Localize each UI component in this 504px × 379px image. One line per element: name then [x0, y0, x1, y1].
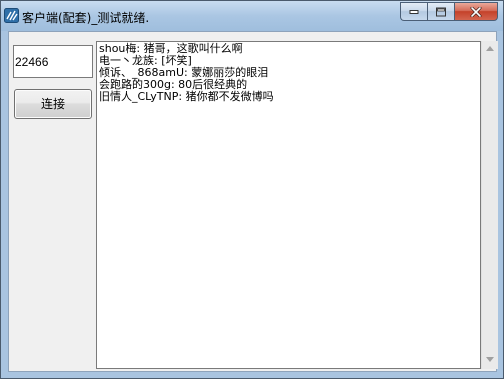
chat-lines: shou梅: 猪哥，这歌叫什么啊 电一丶龙族: [坏笑] 倾诉、_868amU:…: [99, 43, 274, 103]
connect-button[interactable]: 连接: [14, 89, 92, 119]
window-title: 客户端(配套)_测试就绪.: [22, 11, 150, 25]
maximize-icon: [436, 7, 446, 16]
client-area: 连接 shou梅: 猪哥，这歌叫什么啊 电一丶龙族: [坏笑] 倾诉、_868a…: [8, 31, 498, 372]
arrow-up-icon: [486, 46, 494, 51]
app-window: 客户端(配套)_测试就绪. 连接: [0, 0, 504, 379]
chat-log[interactable]: shou梅: 猪哥，这歌叫什么啊 电一丶龙族: [坏笑] 倾诉、_868amU:…: [96, 41, 481, 369]
caption-buttons: [400, 2, 498, 23]
close-icon: [470, 6, 482, 17]
maximize-button[interactable]: [427, 2, 454, 21]
arrow-down-icon: [486, 357, 494, 362]
app-icon: [4, 8, 19, 23]
port-input[interactable]: [13, 45, 93, 78]
close-button[interactable]: [454, 2, 498, 21]
minimize-button[interactable]: [400, 2, 427, 21]
chat-scrollbar[interactable]: [481, 41, 498, 369]
scroll-down-button[interactable]: [482, 352, 498, 369]
title-bar[interactable]: 客户端(配套)_测试就绪.: [1, 1, 503, 31]
scroll-up-button[interactable]: [482, 41, 498, 58]
chat-message: 旧情人_CLyTNP: 猪你都不发微博吗: [99, 90, 274, 103]
minimize-icon: [409, 9, 419, 14]
